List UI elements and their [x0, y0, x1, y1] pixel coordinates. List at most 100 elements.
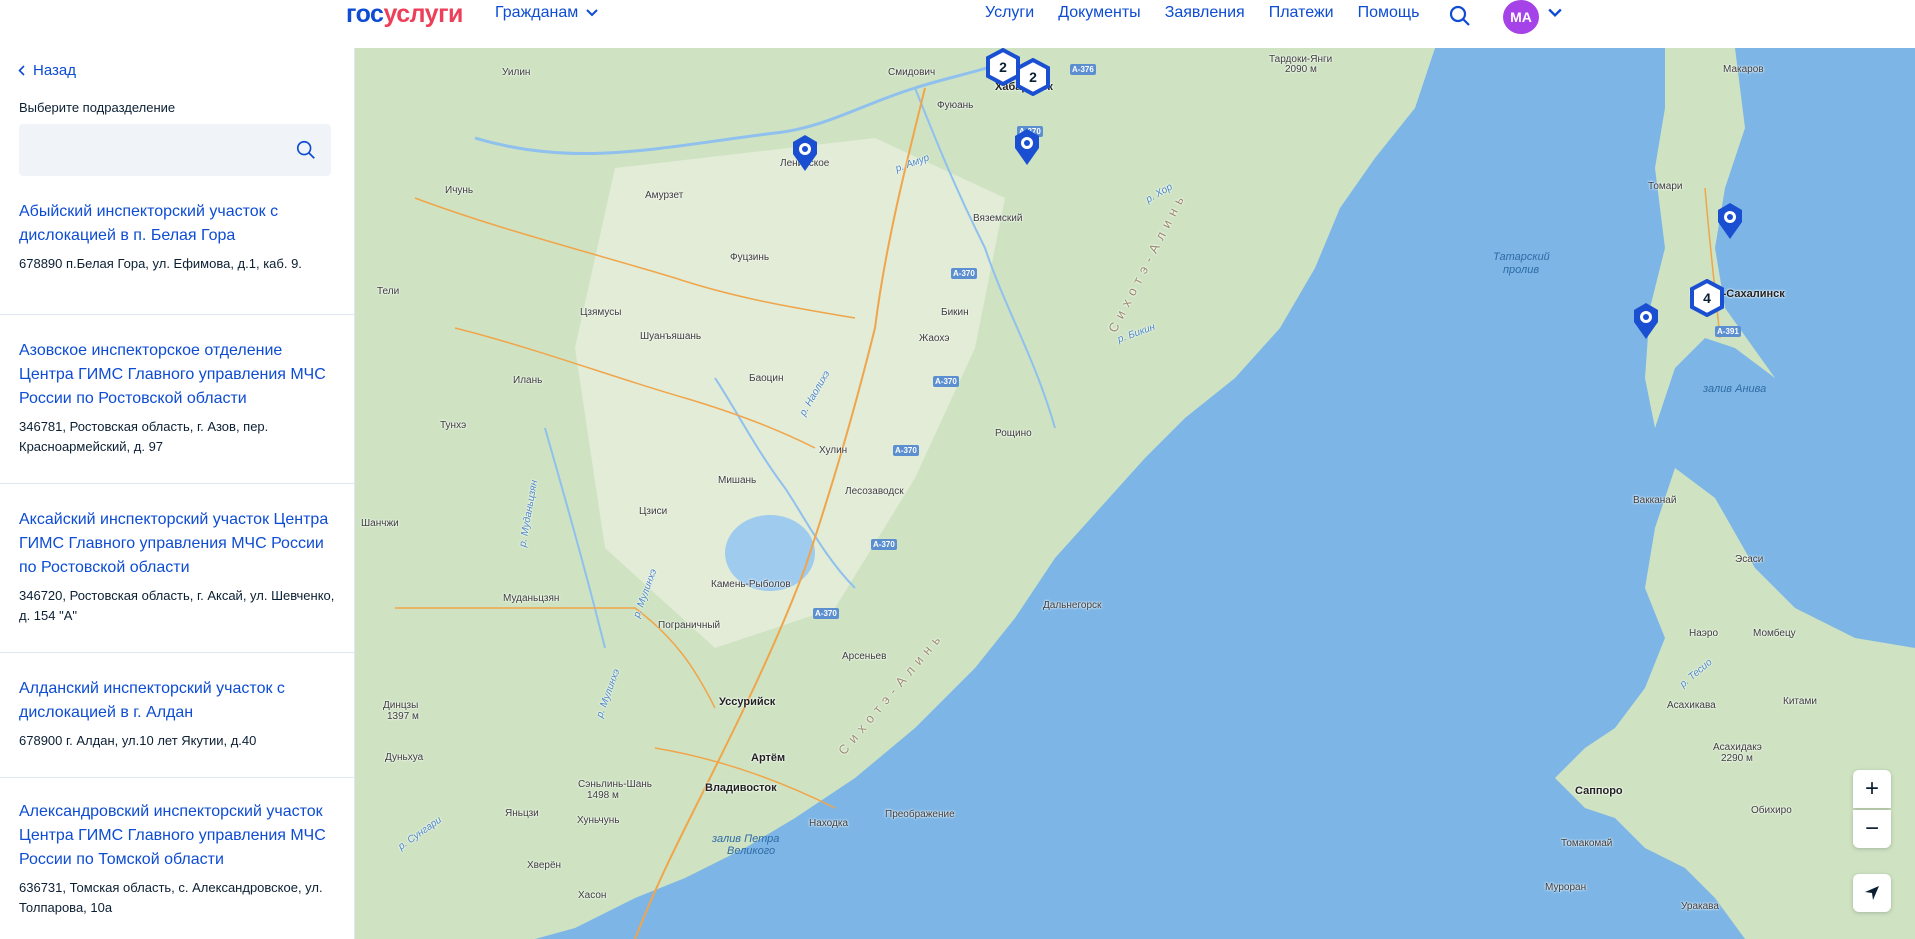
label-mishan: Мишань — [718, 475, 757, 486]
label-uilin: Уилин — [502, 67, 531, 78]
location-pin-icon[interactable] — [790, 132, 820, 172]
list-item[interactable]: Александровский инспекторский участок Це… — [0, 778, 354, 939]
list-item[interactable]: Азовское инспекторское отделение Центра … — [0, 315, 354, 484]
label-asahidake: Асахидакэ — [1713, 742, 1762, 753]
label-dalnegorsk: Дальнегорск — [1043, 600, 1102, 611]
label-dinczy: Динцзы — [383, 700, 419, 711]
label-amurzet: Амурзет — [645, 190, 684, 201]
item-address: 346720, Ростовская область, г. Аксай, ул… — [19, 588, 335, 623]
location-pin-icon[interactable] — [1715, 200, 1745, 240]
label-mombecu: Момбецу — [1753, 628, 1796, 639]
cluster-count: 4 — [1703, 290, 1711, 306]
back-button[interactable]: Назад — [18, 62, 76, 79]
logo-part1: гос — [346, 0, 384, 28]
list-item[interactable]: Алданский инспекторский участок с дислок… — [0, 653, 354, 778]
label-hveren: Хверён — [527, 860, 562, 871]
select-label: Выберите подразделение — [19, 100, 176, 115]
label-ilan: Илань — [513, 375, 543, 386]
label-makarov: Макаров — [1723, 64, 1764, 75]
label-tatar-strait-2: пролив — [1503, 264, 1540, 276]
label-hulin: Хулин — [819, 445, 848, 456]
zoom-out-button[interactable]: − — [1853, 810, 1891, 848]
item-address: 678890 п.Белая Гора, ул. Ефимова, д.1, к… — [19, 256, 302, 271]
sidebar: Назад Выберите подразделение Абыйский ин… — [0, 48, 355, 939]
back-label: Назад — [33, 62, 76, 79]
logo-part2: услуги — [383, 0, 463, 28]
road-shield: А-370 — [951, 268, 977, 279]
nav-applications[interactable]: Заявления — [1165, 4, 1245, 22]
list-item[interactable]: Аксайский инспекторский участок Центра Г… — [0, 484, 354, 653]
cluster-marker[interactable]: 2 — [1015, 57, 1051, 101]
label-artem: Артём — [751, 752, 786, 764]
label-sapporo: Саппоро — [1575, 785, 1623, 797]
main-nav: Услуги Документы Заявления Платежи Помощ… — [985, 4, 1419, 22]
cluster-count: 2 — [1029, 69, 1037, 85]
item-title[interactable]: Аксайский инспекторский участок Центра Г… — [19, 508, 335, 580]
locate-button[interactable] — [1853, 874, 1891, 912]
label-shuanyashan: Шуанъяшань — [640, 331, 702, 342]
map[interactable]: Уилин Смидович Хабаровск Фуюань Тардоки-… — [355, 48, 1915, 939]
road-shield: А-391 — [1715, 326, 1741, 337]
label-vakkanai: Вакканай — [1633, 495, 1677, 506]
label-arsenyev: Арсеньев — [842, 651, 887, 662]
label-asahidake-height: 2290 м — [1721, 753, 1753, 764]
item-title[interactable]: Александровский инспекторский участок Це… — [19, 800, 335, 872]
label-velikogo: Великого — [727, 845, 776, 857]
list-item[interactable]: Абыйский инспекторский участок с дислока… — [0, 148, 354, 315]
label-smidovich: Смидович — [888, 67, 936, 78]
label-tunkhe: Тунхэ — [440, 420, 467, 431]
cluster-marker[interactable]: 4 — [1689, 278, 1725, 322]
gosuslugi-logo[interactable]: госуслуги — [346, 0, 463, 28]
label-kamen: Камень-Рыболов — [711, 579, 791, 590]
label-kitami: Китами — [1783, 696, 1817, 707]
citizens-dropdown[interactable]: Гражданам — [495, 4, 598, 22]
label-tardoki-height: 2090 м — [1285, 64, 1317, 75]
zoom-in-button[interactable]: + — [1853, 770, 1891, 808]
navigation-arrow-icon — [1865, 886, 1879, 900]
item-address: 636731, Томская область, с. Александровс… — [19, 880, 323, 915]
item-title[interactable]: Абыйский инспекторский участок с дислока… — [19, 200, 335, 248]
search-icon[interactable] — [1448, 4, 1472, 28]
item-title[interactable]: Алданский инспекторский участок с дислок… — [19, 677, 335, 725]
label-mudanczyan: Муданьцзян — [503, 593, 560, 604]
nav-payments[interactable]: Платежи — [1269, 4, 1334, 22]
road-shield: А-370 — [893, 445, 919, 456]
road-shield: А-370 — [933, 376, 959, 387]
label-pogranichny: Пограничный — [658, 620, 721, 631]
label-roshino: Рощино — [995, 428, 1032, 439]
label-fuyuan: Фуюань — [937, 100, 974, 111]
header: госуслуги Гражданам Услуги Документы Зая… — [0, 0, 1915, 48]
chevron-left-icon — [18, 65, 25, 76]
location-pin-icon[interactable] — [1631, 300, 1661, 340]
label-shanchzhi: Шанчжи — [361, 518, 399, 529]
label-urakava: Уракава — [1681, 901, 1719, 912]
nav-services[interactable]: Услуги — [985, 4, 1034, 22]
avatar[interactable]: МА — [1503, 0, 1539, 34]
label-tatar-strait: Татарский — [1493, 251, 1550, 263]
label-dunkhua: Дуньхуа — [385, 752, 424, 763]
label-yancz: Яньцзи — [505, 808, 539, 819]
road-shield: А-370 — [871, 539, 897, 550]
citizens-label: Гражданам — [495, 4, 579, 21]
label-czyamusy: Цзямусы — [580, 307, 622, 318]
road-shield: А-376 — [1070, 64, 1096, 75]
subdivision-list: Абыйский инспекторский участок с дислока… — [0, 198, 354, 939]
label-nahodka: Находка — [809, 818, 849, 829]
road-shield: А-370 — [813, 608, 839, 619]
chevron-down-icon — [586, 9, 598, 17]
label-ussuriysk: Уссурийск — [719, 696, 776, 708]
label-hunchun: Хуньчунь — [577, 815, 620, 826]
label-tomari: Томари — [1648, 181, 1683, 192]
label-vyazemsky: Вяземский — [973, 213, 1023, 224]
location-pin-icon[interactable] — [1012, 126, 1042, 166]
nav-documents[interactable]: Документы — [1058, 4, 1140, 22]
label-vladivostok: Владивосток — [705, 782, 777, 794]
label-czisi: Цзиси — [639, 506, 668, 517]
chevron-down-icon[interactable] — [1548, 8, 1562, 18]
label-zhaokhe: Жаохэ — [919, 333, 950, 344]
label-sanjilin: Сэньлинь-Шань — [578, 779, 652, 790]
nav-help[interactable]: Помощь — [1358, 4, 1420, 22]
label-teli: Тели — [377, 286, 400, 297]
item-title[interactable]: Азовское инспекторское отделение Центра … — [19, 339, 335, 411]
label-fuczin: Фуцзинь — [730, 252, 770, 263]
